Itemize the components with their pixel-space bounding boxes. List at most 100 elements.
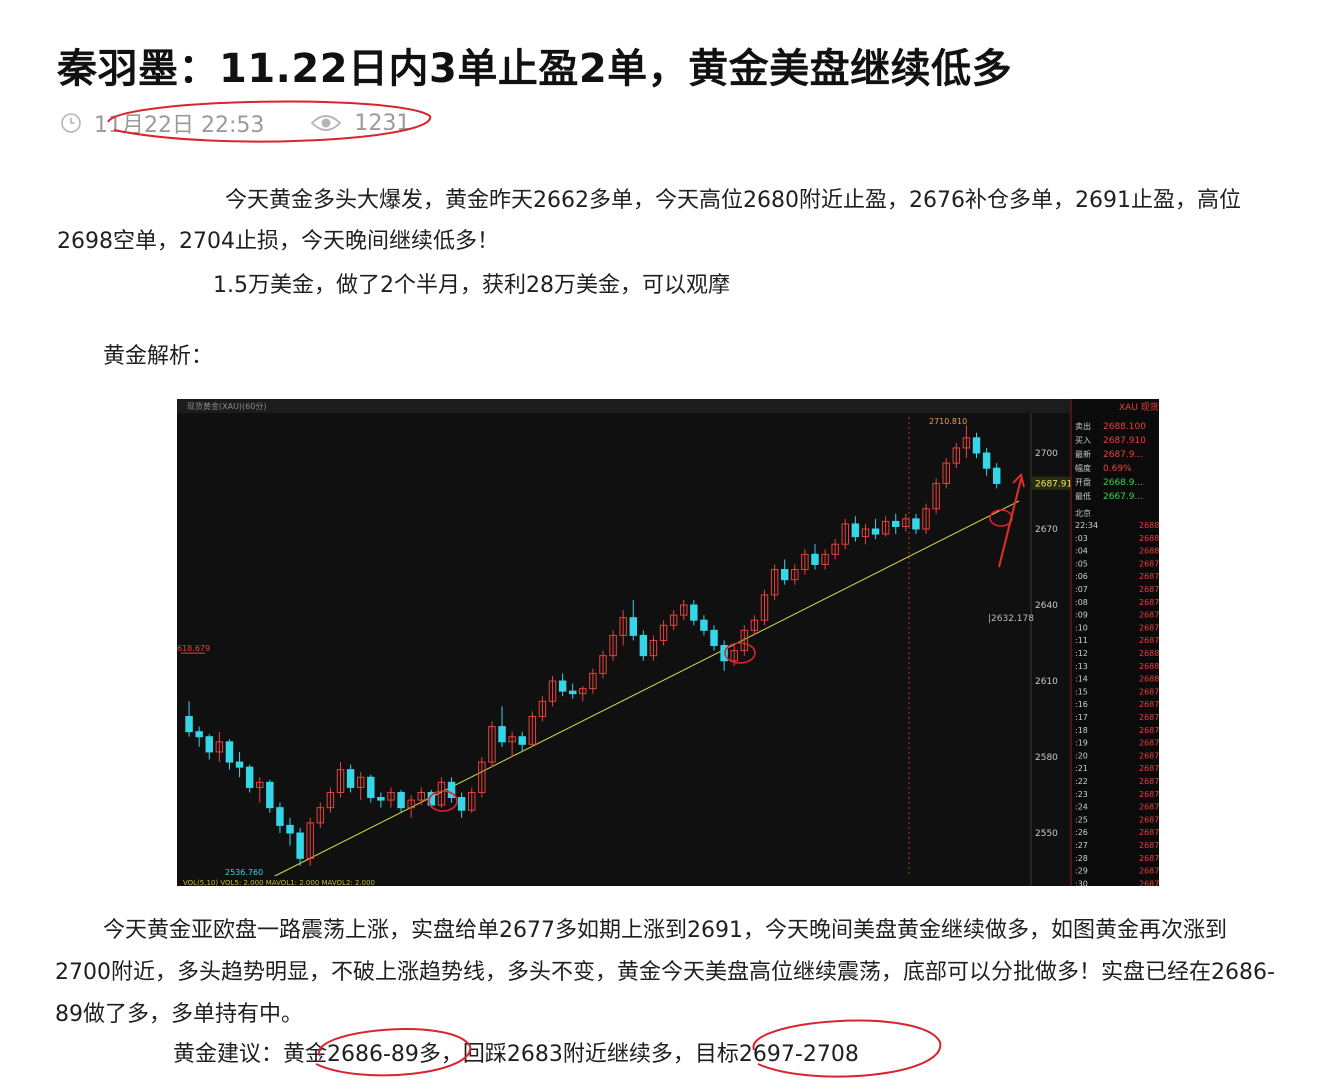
support-annotation-2 [724, 642, 756, 664]
candle-body [498, 726, 506, 743]
quote-row-label: 开盘 [1075, 477, 1091, 487]
candle-body [276, 807, 284, 826]
y-tick-label: 2550 [1035, 829, 1058, 839]
y-tick-label: 2640 [1035, 601, 1058, 611]
tick-time: :08 [1075, 598, 1088, 607]
tick-time: :27 [1075, 841, 1088, 850]
tick-price: 2687 [1139, 764, 1159, 773]
tick-price: 2687 [1139, 751, 1159, 760]
analysis-paragraph: 今天黄金亚欧盘一路震荡上涨，实盘给单2677多如期上涨到2691，今天晚间美盘黄… [55, 918, 1275, 1027]
clock-icon [60, 112, 82, 134]
tick-price: 2687 [1139, 777, 1159, 786]
quote-panel-header: XAU 现货 [1119, 401, 1159, 413]
left-level-label: 618.679 [177, 644, 210, 653]
chart-header-bar [177, 399, 1159, 413]
tick-time: :20 [1075, 751, 1088, 760]
candle-body [377, 797, 385, 801]
candle-body [195, 731, 203, 738]
tick-price: 2687 [1139, 815, 1159, 824]
tick-time: :26 [1075, 828, 1088, 837]
eye-icon [310, 113, 342, 133]
tick-time: :17 [1075, 713, 1088, 722]
tick-price: 2687 [1139, 700, 1159, 709]
candle-body [558, 680, 567, 692]
candle-body [912, 518, 920, 530]
tick-price: 2687 [1139, 598, 1159, 607]
tick-time: :11 [1075, 636, 1088, 645]
quote-row-value: 2687.9... [1103, 450, 1143, 460]
quote-row-value: 2688.100 [1103, 422, 1146, 432]
candle-body [892, 520, 900, 527]
tick-price: 2687 [1139, 559, 1159, 568]
tick-time: :10 [1075, 623, 1088, 632]
quote-row-label: 最新 [1075, 449, 1091, 459]
tick-price: 2688 [1139, 675, 1159, 684]
support-annotation-3 [989, 509, 1013, 527]
quote-row-value: 2668.9... [1103, 478, 1143, 488]
tick-time: :22 [1075, 777, 1088, 786]
intro-paragraph: 今天黄金多头大爆发，黄金昨天2662多单，今天高位2680附近止盈，2676补仓… [57, 188, 1241, 254]
y-tick-label: 2670 [1035, 525, 1058, 535]
candle-body [629, 617, 637, 636]
candle-body [992, 467, 1001, 484]
tick-time: :14 [1075, 675, 1088, 684]
y-tick-label: 2700 [1035, 449, 1058, 459]
tick-time: :21 [1075, 764, 1088, 773]
candle-body [286, 824, 294, 834]
view-count: 1231 [310, 111, 410, 136]
tick-time: :29 [1075, 867, 1088, 876]
candle-body [235, 761, 244, 768]
quote-row-label: 幅度 [1075, 463, 1091, 473]
analysis-heading: 黄金解析： [103, 344, 214, 369]
indicator-text: VOL(5,10) VOL5: 2.000 MAVOL1: 2.000 MAVO… [183, 879, 375, 886]
tick-price: 2687 [1139, 611, 1159, 620]
chart-svg: 现货黄金(XAU)(60分) 618.679 2710.810 2536.760 270… [177, 399, 1159, 886]
candle-body [225, 741, 234, 763]
quote-row-value: 2687.910 [1103, 436, 1146, 446]
tick-price: 2688 [1139, 534, 1159, 543]
tick-price: 2687 [1139, 828, 1159, 837]
tick-time: 22:34 [1075, 521, 1098, 530]
candle-body [811, 553, 819, 565]
candle-body [266, 781, 274, 809]
tick-price: 2688 [1139, 662, 1159, 671]
candle-body [982, 452, 991, 469]
tick-price: 2687 [1139, 713, 1159, 722]
up-arrow-annotation [998, 473, 1025, 568]
tick-time: :23 [1075, 790, 1088, 799]
tick-time: :19 [1075, 739, 1088, 748]
view-count-value: 1231 [354, 110, 411, 136]
candle-body [205, 736, 213, 753]
tick-price: 2687 [1139, 623, 1159, 632]
tick-price: 2688 [1139, 649, 1159, 658]
tick-time: :06 [1075, 572, 1088, 581]
tick-time: :07 [1075, 585, 1088, 594]
chart-title: 现货黄金(XAU)(60分) [187, 401, 266, 411]
candle-body [871, 528, 880, 535]
tick-section-label: 北京 [1075, 508, 1091, 518]
article-title: 秦羽墨：11.22日内3单止盈2单，黄金美盘继续低多 [57, 46, 1013, 92]
y-tick-label: 2580 [1035, 753, 1058, 763]
trend-line [268, 500, 1020, 880]
candle-body [367, 776, 375, 799]
tick-time: :18 [1075, 726, 1088, 735]
low-label: 2536.760 [225, 868, 263, 877]
candle-body [457, 797, 466, 811]
candle-body [568, 690, 577, 695]
tick-price: 2687 [1139, 790, 1159, 799]
tick-price: 2687 [1139, 867, 1159, 876]
quote-row-value: 0.69% [1103, 464, 1132, 474]
tick-price: 2687 [1139, 854, 1159, 863]
candle-body [245, 766, 254, 788]
tick-price: 2688 [1139, 547, 1159, 556]
quote-row-value: 2667.9... [1103, 492, 1143, 502]
candle-body [700, 619, 708, 631]
publish-date: 11月22日 22:53 [94, 113, 265, 138]
publish-time: 11月22日 22:53 [60, 107, 264, 139]
candle-body [185, 715, 193, 733]
tick-time: :03 [1075, 534, 1088, 543]
tick-time: :28 [1075, 854, 1088, 863]
y-tick-label: 2610 [1035, 677, 1058, 687]
tick-time: :09 [1075, 611, 1088, 620]
tick-price: 2687 [1139, 879, 1159, 886]
